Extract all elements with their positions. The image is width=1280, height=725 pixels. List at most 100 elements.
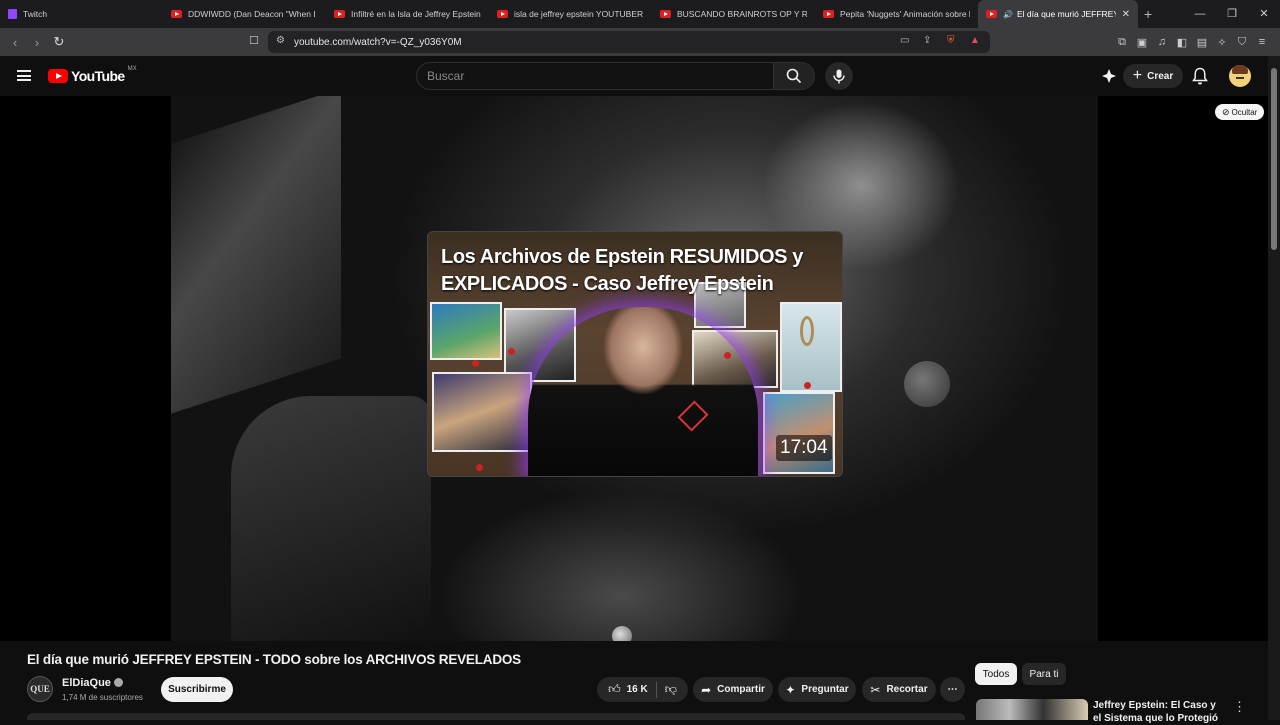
microphone-icon — [833, 69, 845, 83]
channel-name-link[interactable]: ElDiaQue — [62, 677, 123, 689]
verified-icon — [113, 678, 123, 687]
channel-avatar[interactable]: QUE — [27, 676, 53, 702]
recommendation-title[interactable]: Jeffrey Epstein: El Caso y el Sistema qu… — [1093, 699, 1223, 725]
like-count[interactable]: 16 K — [627, 684, 648, 695]
tab-title: Infiltré en la Isla de Jeffrey Epstein..… — [351, 9, 481, 19]
red-pin — [508, 348, 515, 355]
share-page-icon[interactable]: ⇪ — [923, 35, 931, 46]
tab-title: DDWIWDD (Dan Deacon "When I W — [188, 9, 318, 19]
video-background-button — [904, 361, 950, 407]
browser-tab[interactable]: BUSCANDO BRAINROTS OP Y REGAL — [652, 0, 815, 28]
share-label: Compartir — [717, 684, 765, 695]
leo-ai-icon[interactable]: ✧ — [1214, 36, 1230, 49]
youtube-logo[interactable]: YouTube MX — [48, 66, 137, 84]
like-icon[interactable]: 👍︎ — [608, 682, 621, 697]
bookmark-icon[interactable]: ☐ — [249, 34, 259, 47]
new-tab-icon[interactable]: + — [1144, 6, 1152, 22]
search-input[interactable] — [427, 63, 757, 89]
red-pin — [472, 360, 479, 367]
menu-icon[interactable]: ≡ — [1254, 36, 1270, 48]
red-pin — [476, 464, 483, 471]
endscreen-video-card[interactable]: Los Archivos de Epstein RESUMIDOS y EXPL… — [427, 231, 843, 477]
chip-all[interactable]: Todos — [975, 663, 1017, 685]
tab-title: Twitch — [23, 9, 48, 19]
tab-title: El día que murió JEFFREY EPS — [1016, 9, 1116, 19]
extensions-icon[interactable]: ⧉ — [1114, 36, 1130, 49]
vpn-icon[interactable]: ⛉ — [1234, 36, 1250, 49]
reload-icon[interactable]: ↻ — [48, 34, 70, 50]
youtube-icon — [171, 10, 182, 18]
back-icon[interactable]: ‹ — [4, 35, 26, 50]
recommendation-thumbnail[interactable] — [976, 699, 1088, 720]
scrollbar-thumb[interactable] — [1271, 68, 1277, 250]
music-icon[interactable]: ♫ — [1154, 36, 1170, 48]
browser-tab-strip: Twitch DDWIWDD (Dan Deacon "When I W Inf… — [0, 0, 1280, 28]
ask-button[interactable]: ✦ Preguntar — [778, 677, 856, 702]
subscriber-count: 1,74 M de suscriptores — [62, 693, 143, 702]
create-button[interactable]: + Crear — [1123, 64, 1183, 88]
close-tab-icon[interactable]: ✕ — [1122, 9, 1130, 20]
minimize-icon[interactable]: — — [1184, 0, 1216, 28]
browser-tab[interactable]: isla de jeffrey epstein YOUTUBER QU — [489, 0, 652, 28]
description-box-top[interactable] — [27, 713, 965, 720]
rewards-icon[interactable]: ▲ — [970, 35, 980, 46]
search-button[interactable] — [773, 62, 815, 90]
chip-for-you[interactable]: Para ti — [1022, 663, 1066, 685]
share-button[interactable]: ➦ Compartir — [693, 677, 773, 702]
page-scrollbar[interactable] — [1268, 56, 1280, 720]
guide-menu-icon[interactable] — [17, 70, 31, 81]
video-player[interactable]: Los Archivos de Epstein RESUMIDOS y EXPL… — [0, 96, 1268, 641]
create-sparkle-icon[interactable] — [1101, 68, 1117, 84]
youtube-icon — [660, 10, 671, 18]
url-text[interactable]: youtube.com/watch?v=-QZ_y036Y0M — [294, 37, 462, 48]
browser-tab[interactable]: DDWIWDD (Dan Deacon "When I W — [163, 0, 326, 28]
clip-button[interactable]: ✂ Recortar — [862, 677, 936, 702]
subscribe-button[interactable]: Suscribirme — [161, 677, 233, 702]
wallet-icon[interactable]: ▤ — [1194, 36, 1210, 49]
duration-label: 17:04 — [776, 435, 832, 461]
speaker-icon[interactable]: 🔊 — [1003, 10, 1013, 19]
youtube-play-icon — [48, 69, 68, 83]
browser-tab-active[interactable]: 🔊 El día que murió JEFFREY EPS ✕ — [978, 0, 1138, 28]
more-vertical-icon[interactable]: ⋮ — [1233, 699, 1246, 715]
notifications-bell-icon[interactable] — [1192, 67, 1208, 85]
sidebar-icon[interactable]: ◧ — [1174, 36, 1190, 49]
video-background-shape — [231, 396, 431, 641]
endscreen-title: Los Archivos de Epstein RESUMIDOS y EXPL… — [441, 246, 804, 295]
scissors-icon: ✂ — [870, 682, 881, 697]
hide-endscreen-button[interactable]: ⊘ Ocultar — [1215, 104, 1265, 120]
window-controls: — ❐ ✕ — [1184, 0, 1280, 28]
close-window-icon[interactable]: ✕ — [1248, 0, 1280, 28]
red-pin — [804, 382, 811, 389]
screenshot-icon[interactable]: ▣ — [1134, 36, 1150, 49]
site-settings-icon[interactable]: ⚙ — [276, 35, 285, 46]
more-horizontal-icon: ⋯ — [947, 684, 958, 695]
forward-icon[interactable]: › — [26, 35, 48, 50]
plus-icon: + — [1132, 67, 1143, 84]
tab-title: BUSCANDO BRAINROTS OP Y REGAL — [677, 9, 807, 19]
collage-photo — [780, 302, 842, 392]
address-bar[interactable]: ⚙ youtube.com/watch?v=-QZ_y036Y0M ▭ ⇪ ⛨ … — [268, 31, 990, 53]
red-pin — [724, 352, 731, 359]
share-icon: ➦ — [701, 682, 712, 697]
collage-photo — [763, 392, 835, 474]
youtube-icon — [986, 10, 997, 18]
browser-tab[interactable]: Twitch — [0, 0, 163, 28]
tab-title: Pepita 'Nuggets' Animación sobre la — [840, 9, 970, 19]
more-actions-button[interactable]: ⋯ — [940, 677, 965, 702]
clip-label: Recortar — [886, 684, 928, 695]
account-avatar[interactable] — [1229, 65, 1251, 87]
eye-off-icon: ⊘ — [1222, 106, 1230, 117]
brave-shield-icon[interactable]: ⛨ — [947, 35, 955, 46]
browser-toolbar: ‹ › ↻ ☐ ⚙ youtube.com/watch?v=-QZ_y036Y0… — [0, 28, 1280, 56]
dislike-icon[interactable]: 👎︎ — [665, 682, 677, 697]
video-background-button — [612, 626, 632, 641]
restore-icon[interactable]: ❐ — [1216, 0, 1248, 28]
browser-tab[interactable]: Infiltré en la Isla de Jeffrey Epstein..… — [326, 0, 489, 28]
voice-search-button[interactable] — [825, 62, 853, 90]
cast-icon[interactable]: ▭ — [900, 35, 909, 46]
extensions-area: ⧉ ▣ ♫ ◧ ▤ ✧ ⛉ ≡ — [1114, 28, 1270, 56]
browser-tab[interactable]: Pepita 'Nuggets' Animación sobre la — [815, 0, 978, 28]
video-title: El día que murió JEFFREY EPSTEIN - TODO … — [27, 652, 521, 667]
divider — [655, 681, 657, 698]
